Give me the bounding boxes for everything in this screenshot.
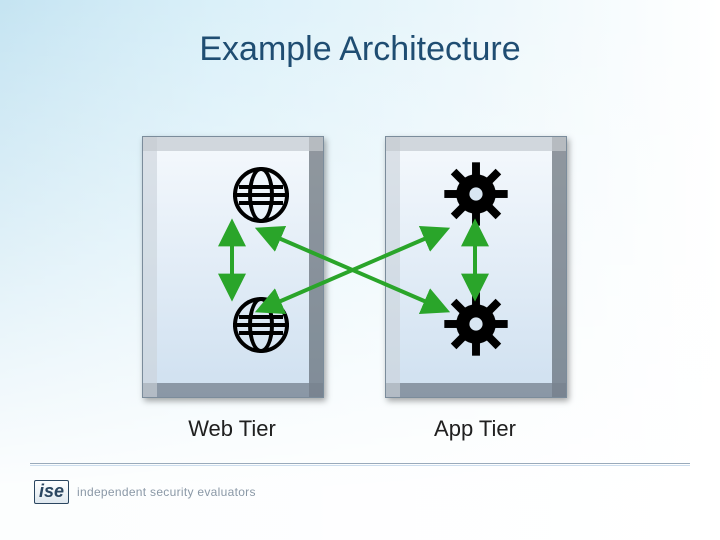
web-tier-label: Web Tier	[142, 416, 322, 442]
logo-abbrev: ise	[34, 480, 69, 504]
logo-tagline: independent security evaluators	[77, 485, 256, 499]
web-tier-panel	[142, 136, 324, 398]
footer-divider	[30, 463, 690, 464]
slide: Example Architecture	[0, 0, 720, 540]
slide-title: Example Architecture	[0, 30, 720, 69]
footer-divider	[30, 465, 690, 466]
gear-icon	[443, 291, 509, 362]
app-tier-label: App Tier	[385, 416, 565, 442]
gear-icon	[443, 161, 509, 232]
app-tier-panel	[385, 136, 567, 398]
company-logo: ise independent security evaluators	[34, 480, 256, 504]
relationship-arrows	[0, 0, 720, 540]
